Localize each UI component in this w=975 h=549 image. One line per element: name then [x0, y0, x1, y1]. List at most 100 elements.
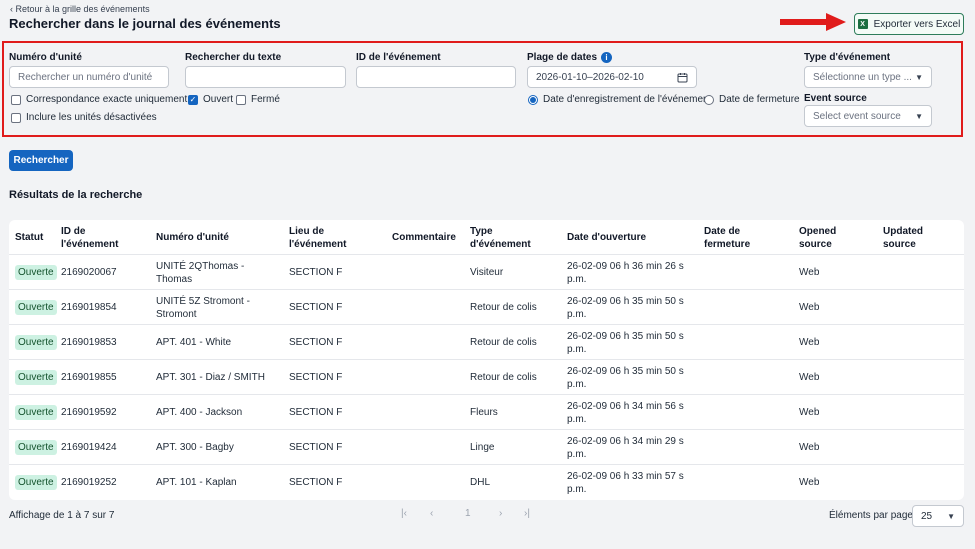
- current-page[interactable]: 1: [465, 508, 471, 519]
- search-button[interactable]: Rechercher: [9, 150, 73, 171]
- status-badge: Ouverte: [15, 265, 57, 280]
- checkbox-icon[interactable]: [11, 94, 21, 105]
- col-comment[interactable]: Commentaire: [392, 220, 456, 255]
- chevron-down-icon: ▼: [947, 511, 955, 521]
- radio-selected-icon[interactable]: [528, 94, 538, 105]
- event-type-label: Type d'événement: [804, 52, 891, 63]
- table-header: Statut ID de l'événement Numéro d'unité L…: [9, 220, 964, 255]
- col-status[interactable]: Statut: [15, 220, 43, 255]
- col-type[interactable]: Type d'événement: [470, 220, 531, 255]
- cell-location: SECTION F: [289, 407, 343, 418]
- checkbox-checked-icon[interactable]: ✓: [188, 94, 198, 105]
- cell-type: DHL: [470, 477, 491, 488]
- col-updated-source[interactable]: Updated source: [883, 220, 923, 255]
- results-summary: Affichage de 1 à 7 sur 7: [9, 510, 115, 521]
- cell-opened-source: Web: [799, 407, 820, 418]
- table-row[interactable]: Ouverte 2169019855 APT. 301 - Diaz / SMI…: [9, 360, 964, 395]
- per-page-label: Éléments par page: [829, 510, 913, 521]
- back-link-label: Retour à la grille des événements: [15, 4, 150, 14]
- cell-unit: UNITÉ 2QThomas - Thomas: [156, 260, 245, 285]
- cell-event-id: 2169019853: [61, 337, 117, 348]
- cell-location: SECTION F: [289, 372, 343, 383]
- table-row[interactable]: Ouverte 2169019853 APT. 401 - White SECT…: [9, 325, 964, 360]
- cell-opened: 26-02-09 06 h 35 min 50 s p.m.: [567, 330, 684, 355]
- cell-opened: 26-02-09 06 h 33 min 57 s p.m.: [567, 470, 684, 495]
- per-page-select[interactable]: 25 ▼: [912, 505, 964, 527]
- cell-type: Retour de colis: [470, 337, 537, 348]
- include-disabled-checkbox[interactable]: Inclure les unités désactivées: [11, 112, 157, 123]
- exact-match-checkbox[interactable]: Correspondance exacte uniquement: [11, 94, 187, 105]
- table-row[interactable]: Ouverte 2169019592 APT. 400 - Jackson SE…: [9, 395, 964, 430]
- date-range-input[interactable]: 2026-01-10–2026-02-10: [527, 66, 697, 88]
- cell-opened: 26-02-09 06 h 35 min 50 s p.m.: [567, 295, 684, 320]
- next-page-icon[interactable]: ›: [499, 508, 502, 519]
- col-closed[interactable]: Date de fermeture: [704, 220, 750, 255]
- radio-icon[interactable]: [704, 94, 714, 105]
- cell-location: SECTION F: [289, 477, 343, 488]
- cell-opened: 26-02-09 06 h 35 min 50 s p.m.: [567, 365, 684, 390]
- cell-type: Retour de colis: [470, 302, 537, 313]
- status-badge: Ouverte: [15, 300, 57, 315]
- table-row[interactable]: Ouverte 2169019854 UNITÉ 5Z Stromont - S…: [9, 290, 964, 325]
- col-unit[interactable]: Numéro d'unité: [156, 220, 229, 255]
- cell-opened-source: Web: [799, 372, 820, 383]
- open-checkbox[interactable]: ✓ Ouvert: [188, 94, 233, 105]
- unit-search-input[interactable]: Rechercher un numéro d'unité: [9, 66, 169, 88]
- status-badge: Ouverte: [15, 370, 57, 385]
- cell-unit: APT. 300 - Bagby: [156, 442, 234, 453]
- cell-event-id: 2169019592: [61, 407, 117, 418]
- radio-closing-date[interactable]: Date de fermeture: [704, 94, 800, 105]
- status-badge: Ouverte: [15, 335, 57, 350]
- cell-event-id: 2169020067: [61, 267, 117, 278]
- checkbox-icon[interactable]: [236, 94, 246, 105]
- col-opened[interactable]: Date d'ouverture: [567, 220, 646, 255]
- col-opened-source[interactable]: Opened source: [799, 220, 836, 255]
- chevron-down-icon: ▼: [915, 111, 923, 121]
- last-page-icon[interactable]: ›|: [524, 508, 530, 519]
- cell-opened-source: Web: [799, 267, 820, 278]
- first-page-icon[interactable]: |‹: [401, 508, 407, 519]
- event-source-select[interactable]: Select event source ▼: [804, 105, 932, 127]
- cell-event-id: 2169019854: [61, 302, 117, 313]
- cell-location: SECTION F: [289, 267, 343, 278]
- export-excel-button[interactable]: X Exporter vers Excel: [854, 13, 964, 35]
- event-type-select[interactable]: Sélectionne un type ... ▼: [804, 66, 932, 88]
- event-id-label: ID de l'événement: [356, 52, 441, 63]
- cell-opened-source: Web: [799, 442, 820, 453]
- info-icon[interactable]: i: [601, 52, 613, 63]
- back-link[interactable]: ‹ Retour à la grille des événements: [10, 4, 150, 14]
- cell-opened-source: Web: [799, 477, 820, 488]
- cell-type: Linge: [470, 442, 495, 453]
- cell-event-id: 2169019252: [61, 477, 117, 488]
- date-range-label: Plage de dates i: [527, 52, 613, 63]
- event-id-input[interactable]: [356, 66, 516, 88]
- col-event-id[interactable]: ID de l'événement: [61, 220, 118, 255]
- closed-checkbox[interactable]: Fermé: [236, 94, 280, 105]
- cell-type: Visiteur: [470, 267, 504, 278]
- checkbox-icon[interactable]: [11, 112, 21, 123]
- cell-event-id: 2169019424: [61, 442, 117, 453]
- cell-type: Retour de colis: [470, 372, 537, 383]
- cell-opened: 26-02-09 06 h 34 min 56 s p.m.: [567, 400, 684, 425]
- annotation-arrow-icon: [780, 13, 846, 31]
- prev-page-icon[interactable]: ‹: [430, 508, 433, 519]
- table-row[interactable]: Ouverte 2169019424 APT. 300 - Bagby SECT…: [9, 430, 964, 465]
- export-label: Exporter vers Excel: [873, 18, 961, 30]
- table-row[interactable]: Ouverte 2169020067 UNITÉ 2QThomas - Thom…: [9, 255, 964, 290]
- cell-event-id: 2169019855: [61, 372, 117, 383]
- table-row[interactable]: Ouverte 2169019252 APT. 101 - Kaplan SEC…: [9, 465, 964, 500]
- cell-opened: 26-02-09 06 h 36 min 26 s p.m.: [567, 260, 684, 285]
- col-location[interactable]: Lieu de l'événement: [289, 220, 346, 255]
- results-title: Résultats de la recherche: [9, 189, 143, 201]
- radio-recorded-date[interactable]: Date d'enregistrement de l'événement: [528, 94, 711, 105]
- excel-icon: X: [857, 19, 868, 29]
- text-search-input[interactable]: [185, 66, 346, 88]
- cell-opened: 26-02-09 06 h 34 min 29 s p.m.: [567, 435, 684, 460]
- cell-opened-source: Web: [799, 302, 820, 313]
- results-table: Statut ID de l'événement Numéro d'unité L…: [9, 220, 964, 500]
- unit-label: Numéro d'unité: [9, 52, 82, 63]
- status-badge: Ouverte: [15, 440, 57, 455]
- calendar-icon[interactable]: [677, 72, 688, 83]
- cell-opened-source: Web: [799, 337, 820, 348]
- page-title: Rechercher dans le journal des événement…: [9, 16, 281, 31]
